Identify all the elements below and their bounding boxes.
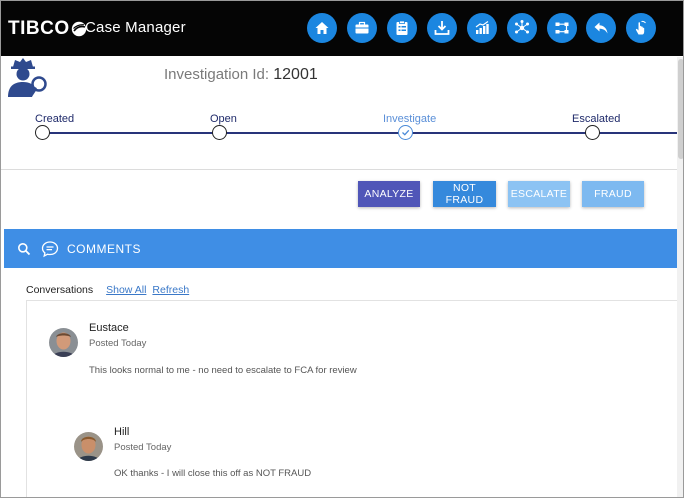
workflow-icon[interactable] bbox=[547, 13, 577, 43]
avatar bbox=[74, 432, 103, 461]
divider bbox=[1, 169, 683, 170]
logo-text: TIBCO bbox=[8, 18, 70, 39]
chat-bubble-icon bbox=[41, 240, 59, 258]
scrollbar[interactable] bbox=[677, 57, 683, 497]
analyze-button[interactable]: ANALYZE bbox=[358, 181, 420, 207]
comment-text: OK thanks - I will close this off as NOT… bbox=[114, 468, 312, 479]
clipboard-icon[interactable] bbox=[387, 13, 417, 43]
avatar bbox=[49, 328, 78, 357]
app-window: TIBCO Case Manager Investigation Id: 120… bbox=[0, 0, 684, 498]
investigation-id-value: 12001 bbox=[273, 66, 318, 83]
comment-author: Hill bbox=[114, 426, 130, 438]
comment-author: Eustace bbox=[89, 322, 129, 334]
conversations-toolbar: Conversations Show All Refresh bbox=[26, 284, 195, 296]
step-label-created: Created bbox=[35, 113, 75, 125]
escalate-button[interactable]: ESCALATE bbox=[508, 181, 570, 207]
download-tray-icon[interactable] bbox=[427, 13, 457, 43]
top-bar: TIBCO Case Manager bbox=[1, 1, 683, 56]
fraud-button[interactable]: FRAUD bbox=[582, 181, 644, 207]
bar-chart-icon[interactable] bbox=[467, 13, 497, 43]
hand-pointer-icon[interactable] bbox=[626, 13, 656, 43]
step-investigate[interactable] bbox=[398, 125, 413, 140]
briefcase-icon[interactable] bbox=[347, 13, 377, 43]
step-label-open: Open bbox=[210, 113, 237, 125]
step-label-escalated: Escalated bbox=[572, 113, 621, 125]
step-created[interactable] bbox=[35, 125, 50, 140]
check-icon bbox=[402, 129, 410, 136]
investigation-id-label: Investigation Id: bbox=[164, 66, 270, 83]
network-icon[interactable] bbox=[507, 13, 537, 43]
refresh-link[interactable]: Refresh bbox=[152, 284, 189, 296]
scrollbar-thumb[interactable] bbox=[678, 59, 683, 159]
comment-timestamp: Posted Today bbox=[89, 338, 147, 349]
comments-title: COMMENTS bbox=[67, 241, 141, 256]
investigation-id: Investigation Id: 12001 bbox=[164, 66, 318, 84]
comment-timestamp: Posted Today bbox=[114, 442, 172, 453]
comment-text: This looks normal to me - no need to esc… bbox=[89, 365, 357, 376]
not-fraud-button[interactable]: NOT FRAUD bbox=[433, 181, 496, 207]
conversations-label: Conversations bbox=[26, 284, 94, 296]
show-all-link[interactable]: Show All bbox=[106, 284, 146, 296]
home-icon[interactable] bbox=[307, 13, 337, 43]
step-escalated[interactable] bbox=[585, 125, 600, 140]
search-icon[interactable] bbox=[17, 242, 31, 256]
comments-header: COMMENTS bbox=[4, 229, 683, 268]
investigator-avatar-icon bbox=[5, 57, 49, 99]
reply-icon[interactable] bbox=[586, 13, 616, 43]
logo: TIBCO bbox=[8, 18, 87, 39]
step-label-investigate: Investigate bbox=[383, 113, 437, 125]
app-title: Case Manager bbox=[85, 19, 186, 36]
step-open[interactable] bbox=[212, 125, 227, 140]
